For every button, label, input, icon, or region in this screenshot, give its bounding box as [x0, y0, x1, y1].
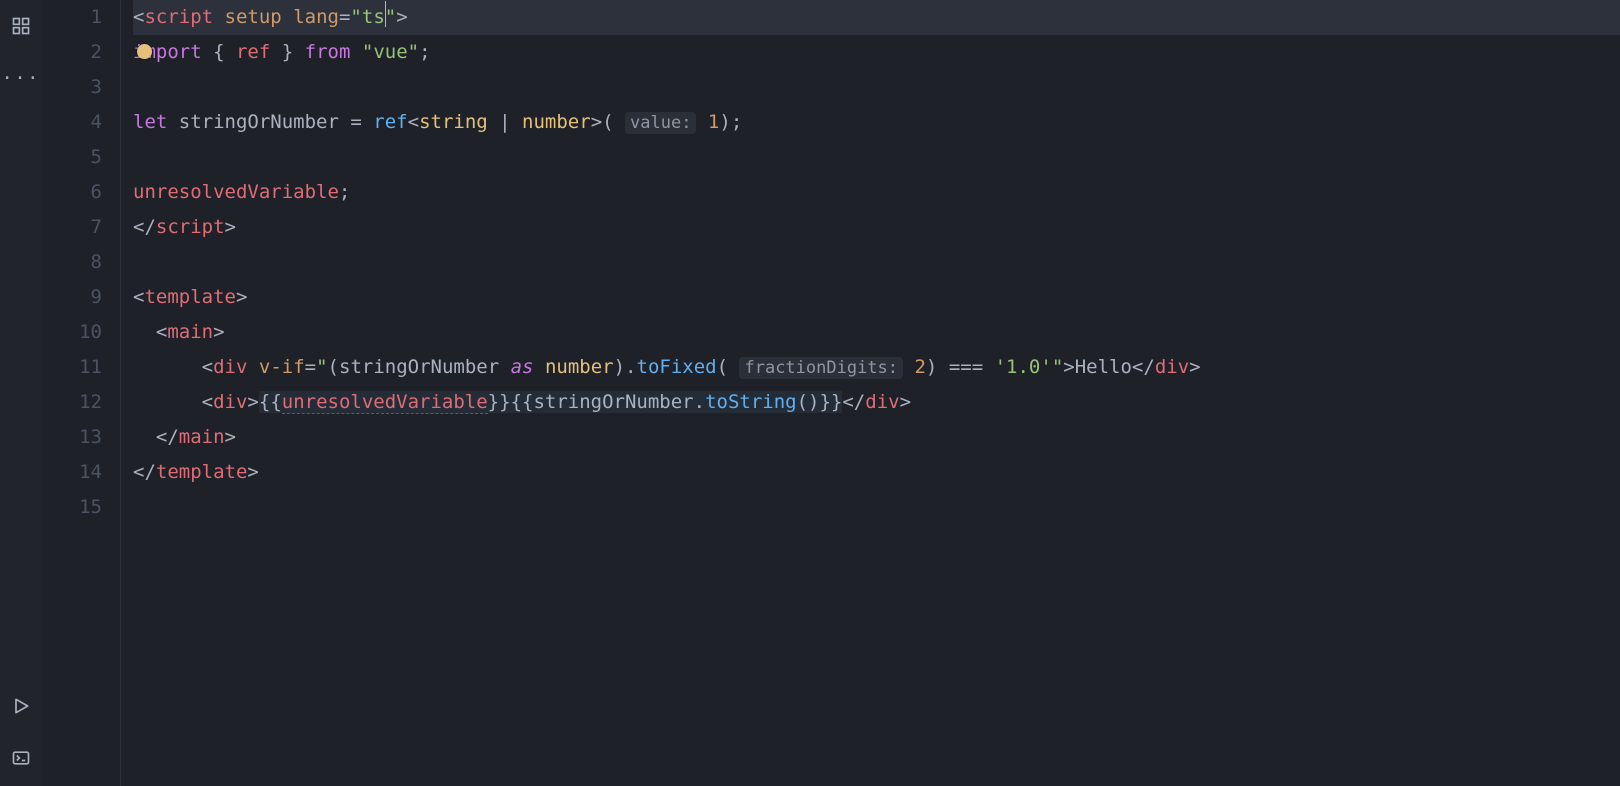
keyword: from	[305, 41, 351, 63]
terminal-icon[interactable]	[9, 746, 33, 770]
code-line[interactable]	[133, 245, 1620, 280]
code-line[interactable]: unresolvedVariable;	[133, 175, 1620, 210]
tag-name: template	[144, 286, 236, 308]
type: number	[545, 356, 614, 378]
line-number: 15	[42, 490, 102, 525]
line-number: 11	[42, 350, 102, 385]
line-number: 12	[42, 385, 102, 420]
line-number: 6	[42, 175, 102, 210]
identifier: ref	[236, 41, 270, 63]
line-number: 2	[42, 35, 102, 70]
number: 2	[914, 356, 925, 378]
number: 1	[708, 111, 719, 133]
attr: v-if	[259, 356, 305, 378]
line-number: 9	[42, 280, 102, 315]
function-call: toFixed	[637, 356, 717, 378]
code-line[interactable]: </template>	[133, 455, 1620, 490]
line-number: 8	[42, 245, 102, 280]
run-icon[interactable]	[9, 694, 33, 718]
attr: lang	[293, 6, 339, 28]
text: Hello	[1075, 356, 1132, 378]
tag-name: template	[156, 461, 248, 483]
grid-icon[interactable]	[9, 14, 33, 38]
tag-open: <	[133, 6, 144, 28]
tag-name: main	[179, 426, 225, 448]
code-line[interactable]: </main>	[133, 420, 1620, 455]
identifier-unresolved: unresolvedVariable	[282, 391, 488, 414]
tag-name: div	[213, 391, 247, 413]
line-number: 3	[42, 70, 102, 105]
mustache-close: }}	[819, 391, 842, 413]
mustache-open: {{	[259, 391, 282, 413]
string: "vue"	[362, 41, 419, 63]
line-number: 1	[42, 0, 102, 35]
line-number: 10	[42, 315, 102, 350]
more-icon[interactable]: ···	[9, 66, 33, 90]
tag-name: main	[167, 321, 213, 343]
code-line[interactable]: import { ref } from "vue";	[133, 35, 1620, 70]
mustache-close: }}	[488, 391, 511, 413]
identifier: unresolvedVariable	[133, 181, 339, 203]
tag-name: script	[156, 216, 225, 238]
code-line[interactable]: </script>	[133, 210, 1620, 245]
code-line[interactable]	[133, 70, 1620, 105]
line-number: 14	[42, 455, 102, 490]
function-call: ref	[373, 111, 407, 133]
inlay-hint: value:	[625, 112, 696, 134]
code-line[interactable]	[133, 490, 1620, 525]
line-number: 7	[42, 210, 102, 245]
activity-bar: ···	[0, 0, 42, 786]
code-line[interactable]	[133, 140, 1620, 175]
line-number: 13	[42, 420, 102, 455]
identifier: stringOrNumber	[533, 391, 693, 413]
identifier: stringOrNumber	[339, 356, 499, 378]
type: string	[419, 111, 488, 133]
code-line[interactable]: <main>	[133, 315, 1620, 350]
gutter: 1 2 3 4 5 6 7 8 9 10 11 12 13 14 15	[42, 0, 120, 786]
code-line[interactable]: <div>{{unresolvedVariable}}{{stringOrNum…	[133, 385, 1620, 420]
lightbulb-icon[interactable]	[137, 44, 152, 59]
keyword: as	[511, 356, 534, 378]
tag-name: div	[213, 356, 247, 378]
code-line[interactable]: <template>	[133, 280, 1620, 315]
attr: setup	[225, 6, 282, 28]
code-line[interactable]: <div v-if="(stringOrNumber as number).to…	[133, 350, 1620, 385]
code-line[interactable]: <script setup lang="ts">	[133, 0, 1620, 35]
keyword: let	[133, 111, 167, 133]
tag-name: script	[144, 6, 213, 28]
code-area[interactable]: <script setup lang="ts"> import { ref } …	[120, 0, 1620, 786]
code-line[interactable]: let stringOrNumber = ref<string | number…	[133, 105, 1620, 140]
identifier: stringOrNumber	[179, 111, 339, 133]
function-call: toString	[705, 391, 797, 413]
tag-name: div	[1155, 356, 1189, 378]
line-number: 4	[42, 105, 102, 140]
attr-value: ts	[362, 6, 385, 28]
line-number: 5	[42, 140, 102, 175]
inlay-hint: fractionDigits:	[739, 357, 903, 379]
mustache-open: {{	[511, 391, 534, 413]
type: number	[522, 111, 591, 133]
string: '1.0'	[995, 356, 1052, 378]
tag-name: div	[865, 391, 899, 413]
editor[interactable]: 1 2 3 4 5 6 7 8 9 10 11 12 13 14 15 <scr…	[42, 0, 1620, 786]
